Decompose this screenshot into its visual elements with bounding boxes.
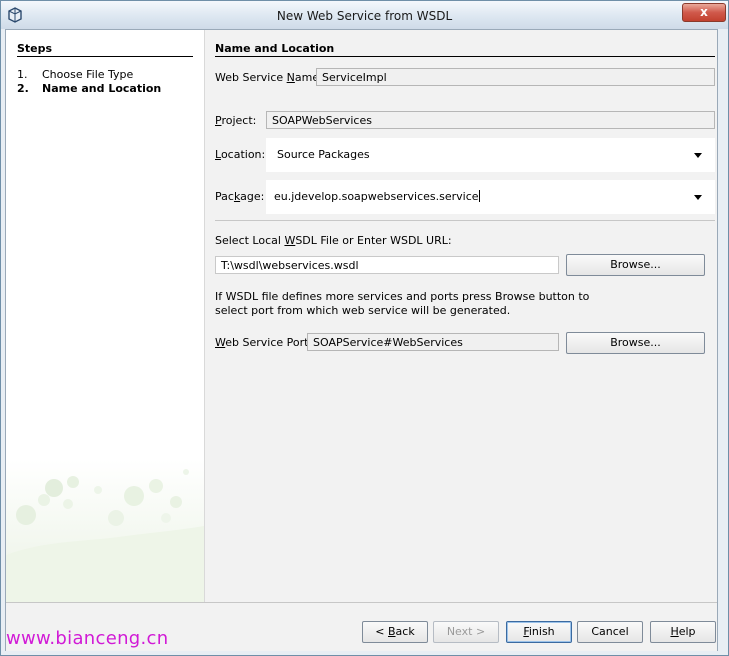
window-title: New Web Service from WSDL bbox=[276, 9, 453, 23]
close-button[interactable]: x bbox=[682, 3, 726, 22]
steps-heading: Steps bbox=[17, 42, 53, 55]
wsdl-path-input[interactable]: T:\wsdl\webservices.wsdl bbox=[215, 256, 559, 274]
section-separator bbox=[215, 220, 715, 221]
chevron-down-icon[interactable] bbox=[694, 195, 702, 200]
step-number: 2. bbox=[17, 82, 29, 95]
package-combobox[interactable]: eu.jdevelop.soapwebservices.service bbox=[266, 180, 715, 214]
wsdl-browse-button[interactable]: Browse... bbox=[566, 254, 705, 276]
package-input[interactable]: eu.jdevelop.soapwebservices.service bbox=[274, 180, 480, 214]
steps-divider bbox=[17, 56, 193, 57]
title-bar[interactable]: New Web Service from WSDL x bbox=[1, 1, 728, 29]
name-and-location-panel: Name and Location Web Service Name: Serv… bbox=[205, 30, 717, 602]
panel-divider bbox=[215, 56, 715, 57]
steps-pane: Steps 1. Choose File Type 2. Name and Loca… bbox=[6, 30, 205, 602]
panel-heading: Name and Location bbox=[215, 42, 335, 55]
wsdl-note-line1: If WSDL file defines more services and p… bbox=[215, 290, 590, 303]
close-icon: x bbox=[700, 5, 708, 19]
watermark-text: www.bianceng.cn bbox=[6, 628, 169, 649]
project-field: SOAPWebServices bbox=[266, 111, 715, 129]
location-value: Source Packages bbox=[277, 148, 370, 161]
next-button[interactable]: Next > bbox=[433, 621, 499, 643]
wsdl-note-line2: select port from which web service will … bbox=[215, 304, 511, 317]
location-label: Location: bbox=[215, 148, 266, 161]
step-choose-file-type: 1. Choose File Type bbox=[17, 68, 133, 81]
package-label: Package: bbox=[215, 190, 265, 203]
decorative-bubbles-image bbox=[6, 460, 204, 602]
service-port-label: Web Service Port: bbox=[215, 336, 313, 349]
text-cursor bbox=[478, 190, 480, 202]
wsdl-label: Select Local WSDL File or Enter WSDL URL… bbox=[215, 234, 452, 247]
service-port-field: SOAPService#WebServices bbox=[307, 333, 559, 351]
finish-button[interactable]: Finish bbox=[506, 621, 572, 643]
step-label: Choose File Type bbox=[42, 68, 134, 81]
help-button[interactable]: Help bbox=[650, 621, 716, 643]
location-dropdown[interactable]: Source Packages bbox=[266, 138, 715, 172]
cancel-button[interactable]: Cancel bbox=[577, 621, 643, 643]
wizard-window: New Web Service from WSDL x Steps 1. Choo… bbox=[0, 0, 729, 656]
step-number: 1. bbox=[17, 68, 28, 81]
port-browse-button[interactable]: Browse... bbox=[566, 332, 705, 354]
back-button[interactable]: < Back bbox=[362, 621, 428, 643]
step-name-and-location: 2. Name and Location bbox=[17, 82, 161, 95]
chevron-down-icon[interactable] bbox=[694, 153, 702, 158]
step-label: Name and Location bbox=[42, 82, 162, 95]
project-label: Project: bbox=[215, 114, 257, 127]
service-name-label: Web Service Name: bbox=[215, 71, 323, 84]
wizard-body: Steps 1. Choose File Type 2. Name and Loca… bbox=[5, 29, 718, 651]
service-name-input[interactable]: ServiceImpl bbox=[316, 68, 715, 86]
